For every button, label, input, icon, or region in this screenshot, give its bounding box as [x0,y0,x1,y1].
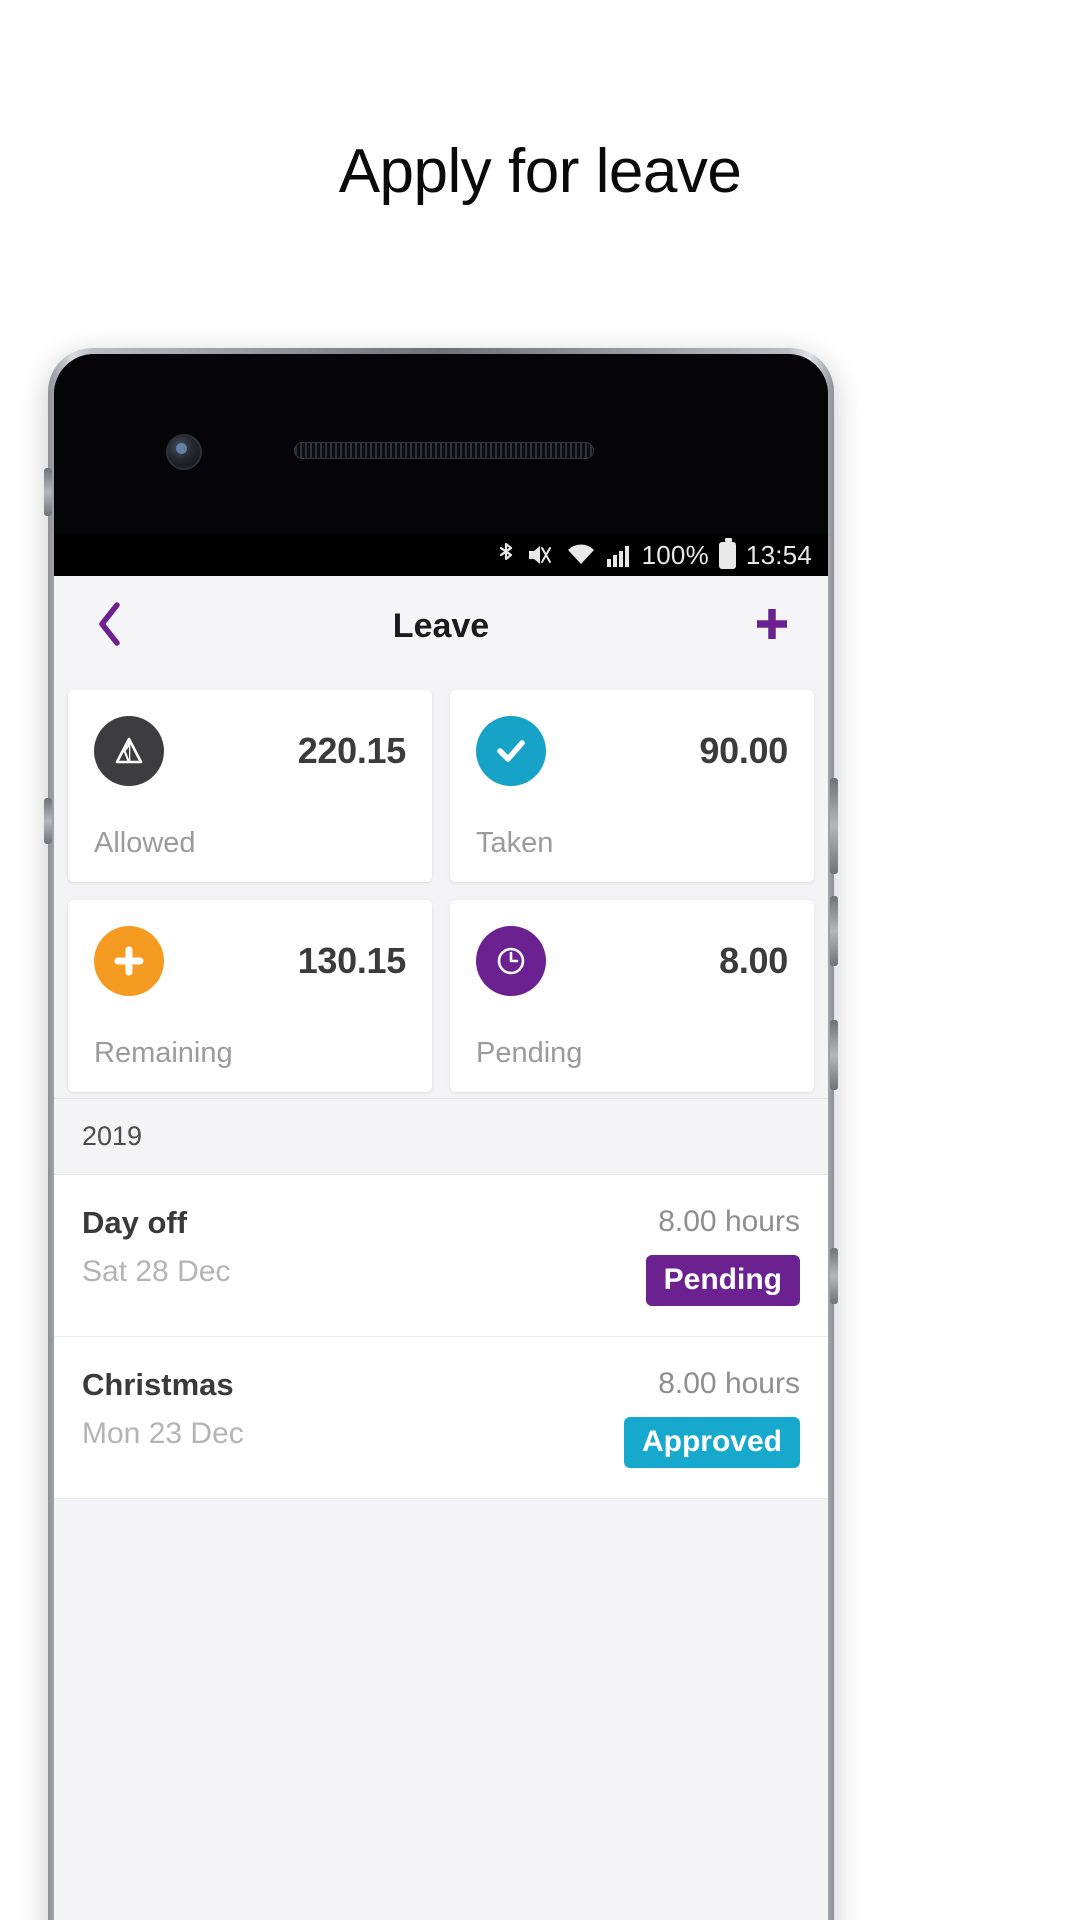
phone-display: 100% 13:54 Leave 220.15 Allowed 90.00 Ta… [54,354,828,1920]
stat-card-allowed[interactable]: 220.15 Allowed [68,690,432,882]
sim-tray [44,468,52,516]
add-leave-button[interactable] [744,598,800,654]
list-item-primary: Day off Sat 28 Dec [82,1205,230,1289]
volume-up-button[interactable] [830,896,838,966]
list-item-title: Day off [82,1205,188,1240]
list-item-secondary: 8.00 hours Approved [623,1367,800,1468]
stat-value-taken: 90.00 [699,730,788,771]
wifi-icon [566,542,596,568]
chevron-left-icon [95,601,125,652]
list-item-date: Sat 28 Dec [82,1255,231,1288]
stat-label-allowed: Allowed [94,827,196,859]
phone-device-frame: 100% 13:54 Leave 220.15 Allowed 90.00 Ta… [44,348,838,1920]
list-item-date: Mon 23 Dec [82,1417,244,1450]
volume-down-button[interactable] [830,1020,838,1090]
stat-card-taken-top: 90.00 [476,716,788,786]
stat-label-taken: Taken [476,827,554,859]
volume-mute-vibrate-icon [526,542,556,568]
left-side-button[interactable] [44,798,52,844]
status-badge: Pending [645,1255,800,1306]
stat-card-allowed-top: 220.15 [94,716,406,786]
android-status-bar: 100% 13:54 [54,534,828,576]
cellular-signal-icon [606,542,632,568]
stat-value-pending: 8.00 [719,940,788,981]
front-camera-icon [166,434,202,470]
assistant-button[interactable] [830,1248,838,1304]
list-item-primary: Christmas Mon 23 Dec [82,1367,244,1451]
stat-label-pending: Pending [476,1037,583,1069]
list-item-hours: 8.00 hours [658,1205,800,1238]
battery-full-icon [718,537,736,569]
list-item[interactable]: Christmas Mon 23 Dec 8.00 hours Approved [54,1337,828,1499]
status-badge: Approved [623,1417,800,1468]
list-item-title: Christmas [82,1367,234,1402]
stat-card-pending[interactable]: 8.00 Pending [450,900,814,1092]
tent-icon [94,716,164,786]
year-section-header: 2019 [54,1098,828,1175]
promo-page: Apply for leave 100% 13:54 Leave 220.15 … [0,0,1080,1920]
leave-summary-grid: 220.15 Allowed 90.00 Taken 130.15 Remain… [54,676,828,1098]
stat-card-pending-top: 8.00 [476,926,788,996]
list-item[interactable]: Day off Sat 28 Dec 8.00 hours Pending [54,1175,828,1337]
bluetooth-icon [496,541,516,569]
page-title: Apply for leave [338,137,742,206]
stat-card-remaining[interactable]: 130.15 Remaining [68,900,432,1092]
clock-label: 13:54 [745,539,812,570]
plus-icon [752,604,792,649]
stat-card-taken[interactable]: 90.00 Taken [450,690,814,882]
check-icon [476,716,546,786]
app-screen: Leave 220.15 Allowed 90.00 Taken 130.15 … [54,576,828,1920]
stat-card-remaining-top: 130.15 [94,926,406,996]
earpiece-speaker-icon [294,442,594,459]
clock-icon [476,926,546,996]
app-bar-title: Leave [392,606,490,645]
leave-request-list: Day off Sat 28 Dec 8.00 hours Pending Ch… [54,1175,828,1499]
app-bar: Leave [54,576,828,676]
plus-circle-icon [94,926,164,996]
list-item-hours: 8.00 hours [658,1367,800,1400]
stat-label-remaining: Remaining [94,1037,233,1069]
stat-value-allowed: 220.15 [297,730,407,771]
stat-value-remaining: 130.15 [297,940,407,981]
list-item-secondary: 8.00 hours Pending [645,1205,800,1306]
power-button[interactable] [830,778,838,874]
back-button[interactable] [82,598,138,654]
battery-percent-label: 100% [641,539,709,570]
